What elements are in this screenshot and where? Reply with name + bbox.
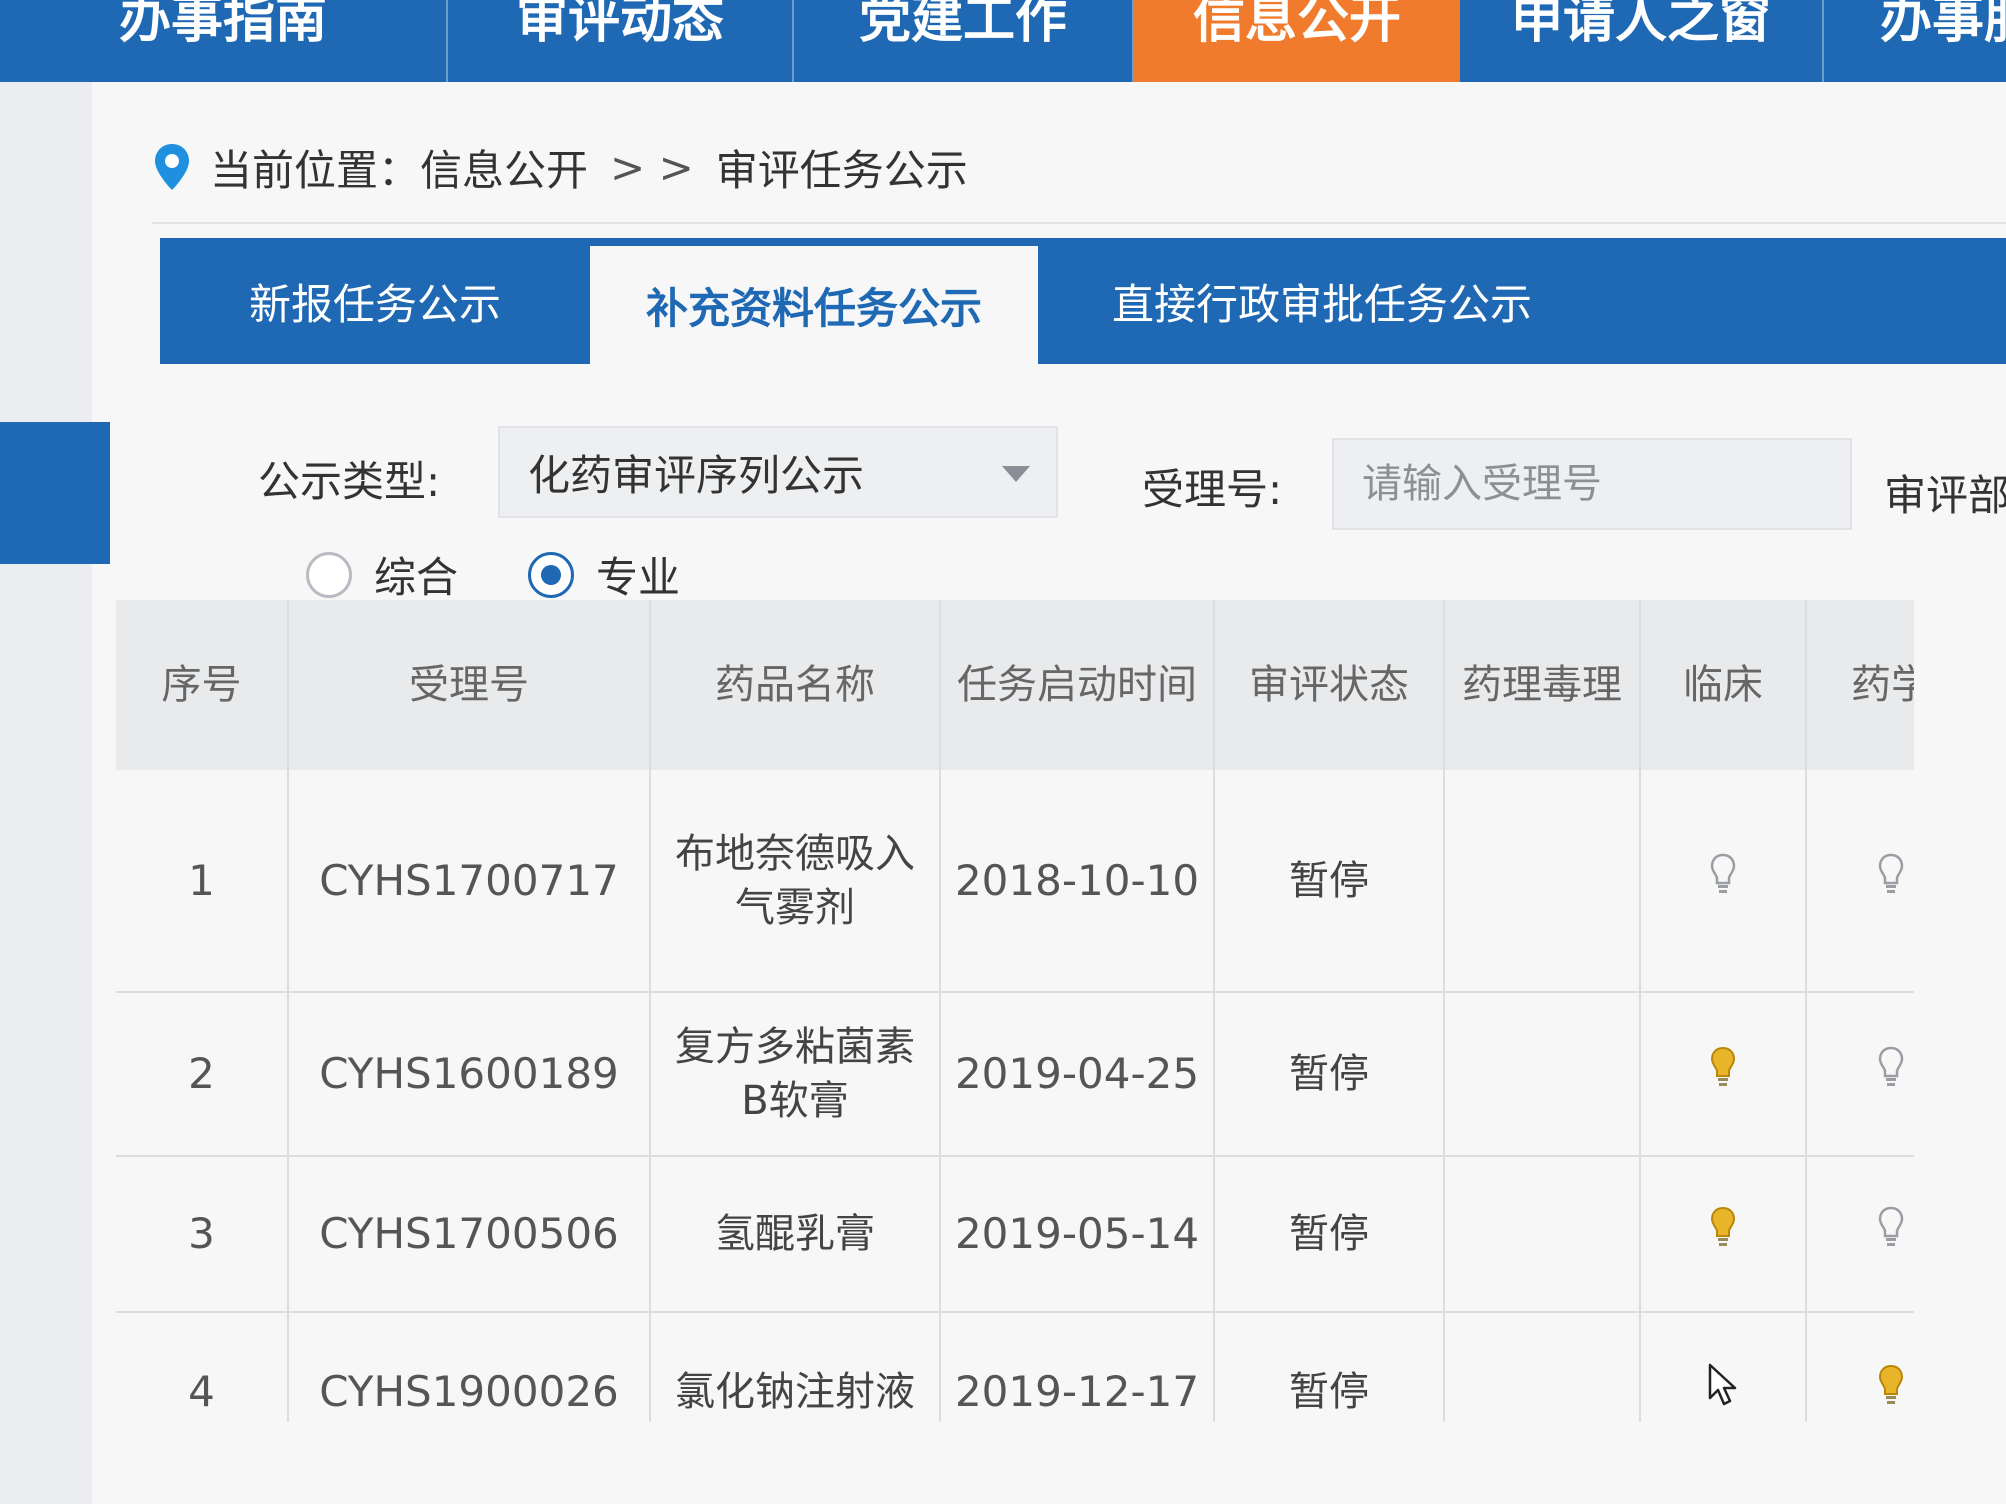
- tab-new-tasks[interactable]: 新报任务公示: [160, 238, 590, 364]
- cell-clinical: [1640, 1156, 1807, 1313]
- cell-pharmacy: [1806, 770, 1914, 993]
- table-row[interactable]: 3 CYHS1700506 氢醌乳膏 2019-05-14 暂停: [116, 1156, 1914, 1313]
- cell-pharm-tox: [1444, 1312, 1641, 1422]
- breadcrumb-separator: > >: [610, 142, 694, 192]
- breadcrumb-divider: [152, 222, 2006, 224]
- nav-item-info-public[interactable]: 信息公开: [1134, 0, 1460, 82]
- cell-start-time: 2019-05-14: [940, 1156, 1215, 1313]
- nav-item-review-news[interactable]: 审评动态: [448, 0, 794, 82]
- table-row[interactable]: 2 CYHS1600189 复方多粘菌素B软膏 2019-04-25 暂停: [116, 992, 1914, 1157]
- cell-accept-no[interactable]: CYHS1700506: [288, 1156, 651, 1313]
- cell-start-time: 2019-04-25: [940, 992, 1215, 1157]
- cell-pharmacy: [1806, 1312, 1914, 1422]
- breadcrumb: 当前位置： 信息公开 > > 审评任务公示: [152, 132, 968, 202]
- task-table: 序号 受理号 药品名称 任务启动时间 审评状态 药理毒理 临床 药学 1 CYH…: [116, 600, 1914, 1422]
- tab-label: 直接行政审批任务公示: [1111, 279, 1532, 329]
- nav-item-label: 办事指南: [118, 0, 327, 50]
- cell-accept-no[interactable]: CYHS1700717: [288, 770, 651, 993]
- col-header-accept-no: 受理号: [288, 600, 651, 770]
- cell-clinical: [1640, 770, 1807, 993]
- col-header-pharm-tox: 药理毒理: [1444, 600, 1641, 770]
- cell-pharm-tox: [1444, 992, 1641, 1157]
- breadcrumb-section[interactable]: 信息公开: [420, 137, 588, 198]
- nav-item-label: 审评动态: [515, 0, 724, 50]
- nav-item-label: 党建工作: [858, 0, 1067, 50]
- publicity-type-value: 化药审评序列公示: [528, 450, 865, 500]
- radio-circle: [528, 551, 575, 598]
- cell-status: 暂停: [1214, 1312, 1445, 1422]
- nav-item-party[interactable]: 党建工作: [794, 0, 1134, 82]
- col-header-status: 审评状态: [1214, 600, 1445, 770]
- lightbulb-gray-icon[interactable]: [1876, 1205, 1906, 1249]
- cell-pharm-tox: [1444, 770, 1641, 993]
- cell-pharm-tox: [1444, 1156, 1641, 1313]
- radio-comprehensive[interactable]: 综合: [306, 544, 458, 605]
- lightbulb-yellow-icon[interactable]: [1708, 1045, 1738, 1089]
- cell-index: 3: [116, 1156, 289, 1313]
- task-table-container: 序号 受理号 药品名称 任务启动时间 审评状态 药理毒理 临床 药学 1 CYH…: [116, 600, 1914, 1422]
- accept-number-input[interactable]: [1332, 438, 1852, 530]
- radio-label: 综合: [374, 553, 459, 602]
- cell-pharmacy: [1806, 992, 1914, 1157]
- table-row[interactable]: 1 CYHS1700717 布地奈德吸入气雾剂 2018-10-10 暂停: [116, 770, 1914, 993]
- lightbulb-gray-icon[interactable]: [1876, 1045, 1906, 1089]
- cell-drug-name: 氯化钠注射液: [650, 1312, 941, 1422]
- col-header-drug-name: 药品名称: [650, 600, 941, 770]
- col-header-start-time: 任务启动时间: [940, 600, 1215, 770]
- lightbulb-gray-icon[interactable]: [1876, 852, 1906, 896]
- cell-status: 暂停: [1214, 770, 1445, 993]
- mouse-pointer-icon: [1708, 1363, 1737, 1406]
- nav-item-label: 申请人之窗: [1510, 0, 1771, 50]
- col-header-index: 序号: [116, 600, 289, 770]
- cell-index: 1: [116, 770, 289, 993]
- col-header-clinical: 临床: [1640, 600, 1807, 770]
- cell-status: 暂停: [1214, 1156, 1445, 1313]
- top-navigation: 办事指南 审评动态 党建工作 信息公开 申请人之窗 办事服务: [0, 0, 2006, 82]
- tab-label: 新报任务公示: [248, 279, 501, 329]
- nav-item-guide[interactable]: 办事指南: [0, 0, 448, 82]
- breadcrumb-prefix: 当前位置：: [210, 145, 421, 195]
- nav-item-applicant-window[interactable]: 申请人之窗: [1460, 0, 1824, 82]
- cell-index: 2: [116, 992, 289, 1157]
- radio-professional[interactable]: 专业: [528, 544, 680, 605]
- review-dept-label: 审评部门: [1884, 471, 2006, 520]
- chevron-down-icon: [1002, 466, 1030, 482]
- table-header-row: 序号 受理号 药品名称 任务启动时间 审评状态 药理毒理 临床 药学: [116, 600, 1914, 770]
- radio-circle: [306, 551, 352, 598]
- sidebar-accent: [0, 422, 110, 564]
- tab-label: 补充资料任务公示: [645, 283, 982, 333]
- tab-direct-approval-tasks[interactable]: 直接行政审批任务公示: [1038, 238, 1606, 364]
- col-header-pharmacy: 药学: [1806, 600, 1914, 770]
- cell-drug-name: 复方多粘菌素B软膏: [650, 992, 941, 1157]
- cell-status: 暂停: [1214, 992, 1445, 1157]
- cell-clinical: [1640, 1312, 1807, 1422]
- cell-accept-no[interactable]: CYHS1900026: [288, 1312, 651, 1422]
- lightbulb-yellow-icon[interactable]: [1876, 1363, 1906, 1407]
- cell-start-time: 2019-12-17: [940, 1312, 1215, 1422]
- tab-bar: 新报任务公示 补充资料任务公示 直接行政审批任务公示: [160, 238, 2006, 364]
- cell-drug-name: 布地奈德吸入气雾剂: [650, 770, 941, 993]
- cell-clinical: [1640, 992, 1807, 1157]
- nav-item-label: 办事服务: [1880, 0, 2006, 50]
- breadcrumb-page: 审评任务公示: [715, 145, 968, 195]
- publicity-type-select[interactable]: 化药审评序列公示: [498, 426, 1058, 518]
- publicity-type-label: 公示类型:: [258, 457, 441, 506]
- lightbulb-yellow-icon[interactable]: [1708, 1205, 1738, 1249]
- cell-accept-no[interactable]: CYHS1600189: [288, 992, 651, 1157]
- table-row[interactable]: 4 CYHS1900026 氯化钠注射液 2019-12-17 暂停: [116, 1312, 1914, 1422]
- cell-pharmacy: [1806, 1156, 1914, 1313]
- radio-label: 专业: [596, 553, 681, 602]
- cell-start-time: 2018-10-10: [940, 770, 1215, 993]
- review-mode-radio-group: 综合 专业: [306, 544, 750, 605]
- lightbulb-gray-icon[interactable]: [1708, 852, 1738, 896]
- tab-supplement-tasks[interactable]: 补充资料任务公示: [590, 246, 1038, 364]
- accept-number-label: 受理号:: [1142, 465, 1283, 514]
- nav-item-label: 信息公开: [1192, 0, 1401, 50]
- location-pin-icon: [155, 144, 189, 190]
- left-strip: [0, 82, 92, 1504]
- nav-item-service[interactable]: 办事服务: [1824, 0, 2006, 82]
- cell-drug-name: 氢醌乳膏: [650, 1156, 941, 1313]
- cell-index: 4: [116, 1312, 289, 1422]
